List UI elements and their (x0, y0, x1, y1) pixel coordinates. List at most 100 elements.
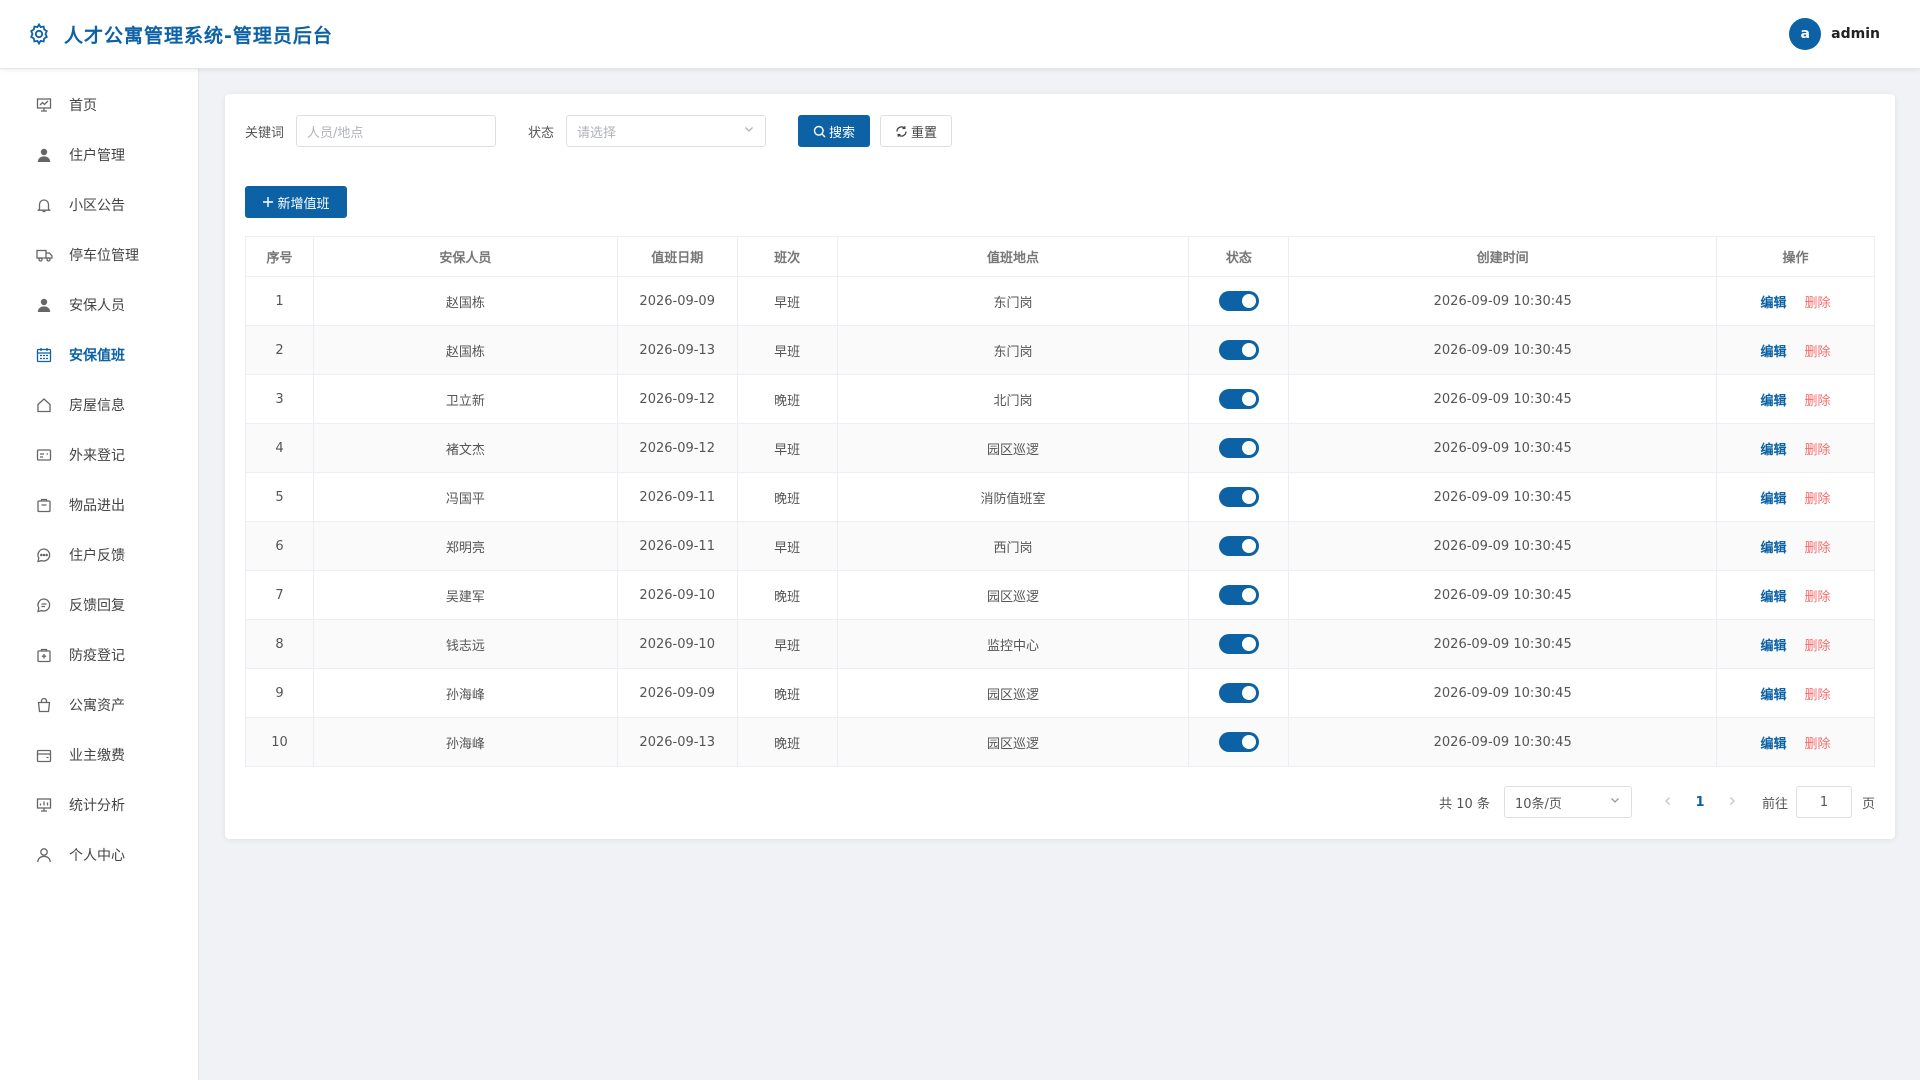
row-location: 北门岗 (836, 374, 1190, 424)
sidebar: 首页 住户管理 小区公告 停车位管理 安保人员 安保值班 房屋信息 外来登记 物… (0, 69, 199, 1080)
sidebar-item-feedback[interactable]: 住户反馈 (0, 530, 198, 580)
edit-button[interactable]: 编辑 (1761, 492, 1787, 507)
edit-button[interactable]: 编辑 (1761, 688, 1787, 703)
status-toggle[interactable] (1218, 536, 1259, 556)
status-toggle[interactable] (1218, 389, 1259, 409)
goto-page-input[interactable]: 1 (1795, 786, 1852, 818)
row-actions: 编辑 删除 (1716, 374, 1875, 424)
sidebar-item-label: 小区公告 (69, 198, 125, 214)
delete-button[interactable]: 删除 (1805, 345, 1831, 360)
row-created: 2026-09-09 10:30:45 (1288, 619, 1718, 669)
page-number-current[interactable]: 1 (1682, 795, 1718, 810)
status-toggle[interactable] (1218, 732, 1259, 752)
row-person: 卫立新 (312, 374, 618, 424)
row-location: 监控中心 (836, 619, 1190, 669)
user-menu[interactable]: a admin (1789, 18, 1880, 50)
duty-table: 序号 安保人员 值班日期 班次 值班地点 状态 创建时间 操作 1 赵国栋 2026… (245, 236, 1875, 767)
dashboard-icon (35, 96, 53, 114)
delete-button[interactable]: 删除 (1805, 492, 1831, 507)
row-index: 9 (245, 668, 314, 718)
row-date: 2026-09-10 (616, 570, 738, 620)
row-date: 2026-09-10 (616, 619, 738, 669)
sidebar-item-epidemic[interactable]: 防疫登记 (0, 630, 198, 680)
status-toggle[interactable] (1218, 585, 1259, 605)
edit-button[interactable]: 编辑 (1761, 737, 1787, 752)
edit-button[interactable]: 编辑 (1761, 639, 1787, 654)
reset-button[interactable]: 重置 (880, 115, 953, 147)
row-shift: 晚班 (736, 472, 838, 522)
edit-button[interactable]: 编辑 (1761, 443, 1787, 458)
status-select[interactable]: 请选择 (566, 115, 767, 147)
prev-page-button[interactable] (1654, 795, 1682, 810)
user-icon (35, 146, 53, 164)
column-header: 操作 (1716, 236, 1875, 277)
keyword-input[interactable]: 人员/地点 (296, 115, 497, 147)
add-duty-button[interactable]: 新增值班 (245, 186, 347, 218)
sidebar-item-security-duty[interactable]: 安保值班 (0, 330, 198, 380)
row-status (1188, 570, 1290, 620)
row-actions: 编辑 删除 (1716, 276, 1875, 326)
page-size-select[interactable]: 10条/页 (1503, 786, 1632, 818)
sidebar-item-label: 安保人员 (69, 298, 125, 314)
status-toggle[interactable] (1218, 634, 1259, 654)
status-toggle[interactable] (1218, 340, 1259, 360)
sidebar-item-statistics[interactable]: 统计分析 (0, 780, 198, 830)
row-actions: 编辑 删除 (1716, 521, 1875, 571)
delete-button[interactable]: 删除 (1805, 639, 1831, 654)
sidebar-item-label: 防疫登记 (69, 648, 125, 664)
delete-button[interactable]: 删除 (1805, 590, 1831, 605)
search-button[interactable]: 搜索 (798, 115, 871, 147)
sidebar-item-label: 房屋信息 (69, 398, 125, 414)
sidebar-item-profile[interactable]: 个人中心 (0, 830, 198, 880)
delete-button[interactable]: 删除 (1805, 443, 1831, 458)
edit-button[interactable]: 编辑 (1761, 296, 1787, 311)
sidebar-item-residents[interactable]: 住户管理 (0, 130, 198, 180)
sidebar-item-assets[interactable]: 公寓资产 (0, 680, 198, 730)
row-status (1188, 619, 1290, 669)
sidebar-item-parking[interactable]: 停车位管理 (0, 230, 198, 280)
chevron-down-icon (1609, 794, 1621, 810)
delete-button[interactable]: 删除 (1805, 394, 1831, 409)
delete-button[interactable]: 删除 (1805, 737, 1831, 752)
row-status (1188, 276, 1290, 326)
delete-button[interactable]: 删除 (1805, 296, 1831, 311)
row-shift: 早班 (736, 325, 838, 375)
edit-button[interactable]: 编辑 (1761, 345, 1787, 360)
sidebar-item-security-staff[interactable]: 安保人员 (0, 280, 198, 330)
status-toggle[interactable] (1218, 438, 1259, 458)
sidebar-item-announcements[interactable]: 小区公告 (0, 180, 198, 230)
edit-button[interactable]: 编辑 (1761, 590, 1787, 605)
row-location: 东门岗 (836, 325, 1190, 375)
row-location: 园区巡逻 (836, 668, 1190, 718)
delete-button[interactable]: 删除 (1805, 688, 1831, 703)
status-toggle[interactable] (1218, 291, 1259, 311)
sidebar-item-home[interactable]: 首页 (0, 80, 198, 130)
row-index: 6 (245, 521, 314, 571)
page-suffix: 页 (1861, 796, 1875, 812)
row-index: 5 (245, 472, 314, 522)
sidebar-item-payment[interactable]: 业主缴费 (0, 730, 198, 780)
sidebar-item-label: 统计分析 (69, 798, 125, 814)
sidebar-item-housing[interactable]: 房屋信息 (0, 380, 198, 430)
username[interactable]: admin (1831, 26, 1880, 42)
status-toggle[interactable] (1218, 487, 1259, 507)
row-person: 赵国栋 (312, 276, 618, 326)
sidebar-item-label: 反馈回复 (69, 598, 125, 614)
edit-button[interactable]: 编辑 (1761, 541, 1787, 556)
sidebar-item-label: 停车位管理 (69, 248, 139, 264)
sidebar-item-feedback-reply[interactable]: 反馈回复 (0, 580, 198, 630)
sidebar-item-label: 首页 (69, 98, 97, 114)
search-icon (813, 125, 826, 138)
truck-icon (35, 246, 53, 264)
edit-button[interactable]: 编辑 (1761, 394, 1787, 409)
sidebar-item-goods[interactable]: 物品进出 (0, 480, 198, 530)
next-page-button[interactable] (1718, 795, 1746, 810)
row-location: 消防值班室 (836, 472, 1190, 522)
delete-button[interactable]: 删除 (1805, 541, 1831, 556)
column-header: 值班日期 (616, 236, 738, 277)
status-toggle[interactable] (1218, 683, 1259, 703)
app-title: 人才公寓管理系统-管理员后台 (64, 24, 333, 47)
column-header: 状态 (1188, 236, 1290, 277)
avatar[interactable]: a (1789, 18, 1822, 50)
sidebar-item-visitor[interactable]: 外来登记 (0, 430, 198, 480)
